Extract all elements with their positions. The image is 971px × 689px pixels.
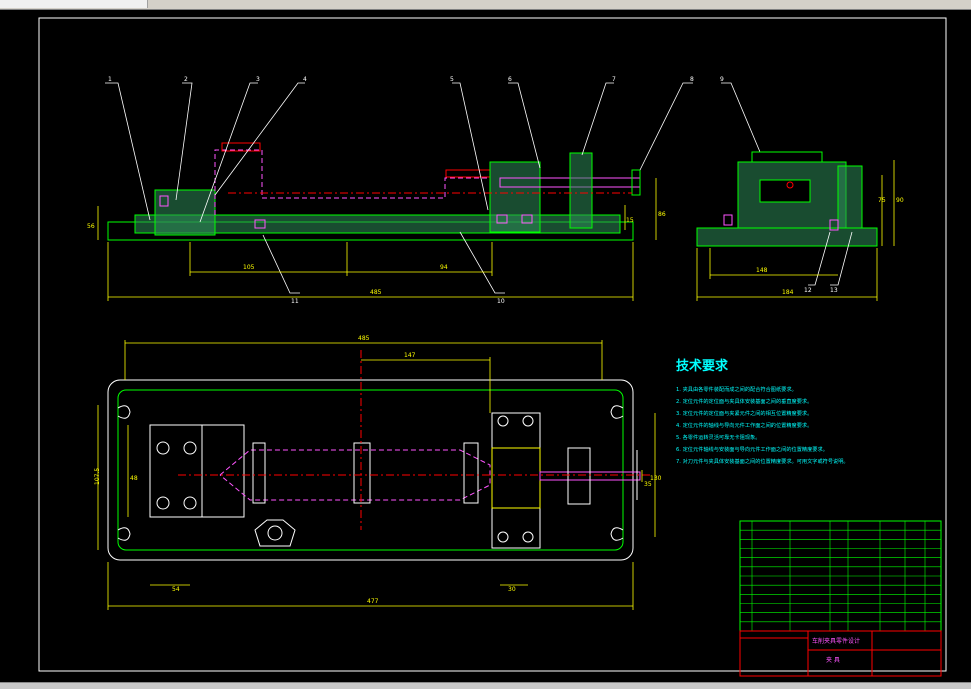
dim-485-front: 485 bbox=[370, 289, 382, 296]
dim-15: 15 bbox=[626, 217, 634, 224]
tech-items: 1. 夹具由各零件装配而成之间的配合符合图纸要求。 2. 定位元件的定位面与夹具… bbox=[676, 385, 849, 465]
callout-1: 1 bbox=[108, 76, 112, 83]
callout-9: 9 bbox=[720, 76, 724, 83]
dim-54: 54 bbox=[172, 586, 180, 593]
dim-48: 48 bbox=[130, 475, 138, 482]
sheet-border bbox=[38, 17, 947, 672]
leader-9 bbox=[721, 82, 761, 153]
dim-107-5: 107.5 bbox=[94, 468, 101, 485]
top-knob bbox=[567, 447, 591, 505]
dim-148: 148 bbox=[756, 267, 768, 274]
slot-br bbox=[610, 527, 624, 541]
title-main: 车削夹具零件设计 bbox=[812, 637, 860, 645]
title-sub: 夹 具 bbox=[826, 656, 840, 664]
title-block: 车削夹具零件设计 夹 具 bbox=[739, 520, 942, 677]
leader-4 bbox=[214, 82, 305, 196]
dim-184: 184 bbox=[782, 289, 794, 296]
drawing-canvas[interactable]: 1 2 3 4 5 6 7 8 9 11 10 105 94 485 56 86… bbox=[0, 10, 971, 682]
top-nut bbox=[254, 519, 296, 547]
dim-485-top: 485 bbox=[358, 335, 370, 342]
leader-8 bbox=[639, 82, 693, 171]
callout-12: 12 bbox=[804, 287, 812, 294]
side-view: 12 13 148 184 75 90 bbox=[696, 151, 904, 301]
callout-2: 2 bbox=[184, 76, 188, 83]
tech-item-5: 5. 各零件运转灵活可靠无卡阻现象。 bbox=[676, 433, 760, 441]
dim-105: 105 bbox=[243, 264, 255, 271]
slot-tr bbox=[610, 405, 624, 419]
body-outline bbox=[214, 149, 491, 222]
r-hole-4 bbox=[522, 531, 534, 543]
slot-bl bbox=[117, 527, 131, 541]
top-right-block bbox=[491, 412, 541, 549]
dim-56: 56 bbox=[87, 223, 95, 230]
leader-1 bbox=[105, 82, 151, 221]
side-base bbox=[696, 227, 878, 247]
dim-86: 86 bbox=[658, 211, 666, 218]
top-dim-text: 485 147 107.5 48 54 477 130 30 35 bbox=[94, 335, 662, 605]
front-callouts bbox=[105, 82, 761, 294]
callout-11: 11 bbox=[291, 298, 299, 305]
side-cap bbox=[751, 151, 823, 162]
tech-item-4: 4. 定位元件的轴线与导向元件工作面之间的位置精度要求。 bbox=[676, 421, 812, 429]
top-clamp-2 bbox=[353, 442, 371, 504]
top-left-block2 bbox=[201, 424, 245, 518]
tech-item-1: 1. 夹具由各零件装配而成之间的配合符合图纸要求。 bbox=[676, 385, 797, 393]
r-hole-1 bbox=[497, 415, 509, 427]
callout-13: 13 bbox=[830, 287, 838, 294]
hole-b bbox=[183, 441, 197, 455]
leader-5 bbox=[452, 82, 489, 211]
top-right-yellow bbox=[491, 447, 541, 509]
left-block bbox=[154, 189, 216, 236]
callout-5: 5 bbox=[450, 76, 454, 83]
front-view: 1 2 3 4 5 6 7 8 9 11 10 105 94 485 56 86… bbox=[87, 76, 761, 305]
top-left-block bbox=[149, 424, 203, 518]
side-slot bbox=[759, 179, 811, 203]
hole-d bbox=[183, 496, 197, 510]
side-callouts: 12 13 bbox=[804, 287, 838, 294]
cad-viewer: 1 2 3 4 5 6 7 8 9 11 10 105 94 485 56 86… bbox=[0, 0, 971, 689]
top-clamp-1 bbox=[252, 442, 266, 504]
hand-wheel bbox=[631, 169, 641, 196]
dim-94: 94 bbox=[440, 264, 448, 271]
dim-147: 147 bbox=[404, 352, 416, 359]
parts-list-grid bbox=[740, 521, 941, 631]
top-nut-hole bbox=[267, 525, 283, 541]
drawing-svg: 1 2 3 4 5 6 7 8 9 11 10 105 94 485 56 86… bbox=[38, 17, 947, 677]
dim-35: 35 bbox=[644, 481, 652, 488]
top-view: 485 147 107.5 48 54 477 130 30 35 bbox=[94, 335, 662, 610]
leader-2 bbox=[175, 82, 193, 201]
dim-477: 477 bbox=[367, 598, 379, 605]
slot-tl bbox=[117, 405, 131, 419]
callout-7: 7 bbox=[612, 76, 616, 83]
leader-10 bbox=[459, 231, 505, 294]
dim-30: 30 bbox=[508, 586, 516, 593]
callout-8: 8 bbox=[690, 76, 694, 83]
tab-strip[interactable] bbox=[0, 0, 148, 8]
dim-75: 75 bbox=[878, 197, 886, 204]
tech-title: 技术要求 bbox=[676, 358, 729, 374]
dim-130: 130 bbox=[650, 475, 662, 482]
hole-a bbox=[156, 441, 170, 455]
right-post bbox=[569, 152, 593, 229]
window-top-strip bbox=[0, 0, 971, 10]
r-hole-2 bbox=[522, 415, 534, 427]
tech-item-2: 2. 定位元件的定位面与夹具体安装基面之间的垂直度要求。 bbox=[676, 397, 812, 405]
side-post bbox=[837, 165, 863, 229]
callout-4: 4 bbox=[303, 76, 307, 83]
tech-item-6: 6. 定位元件轴线与安装面与导向元件工作面之间的位置精度要求。 bbox=[676, 445, 828, 453]
callout-10: 10 bbox=[497, 298, 505, 305]
callout-3: 3 bbox=[256, 76, 260, 83]
leader-6 bbox=[508, 82, 541, 169]
side-bolt-left bbox=[723, 214, 733, 226]
spring-top-right bbox=[445, 169, 491, 178]
r-hole-3 bbox=[497, 531, 509, 543]
tech-item-3: 3. 定位元件的定位面与夹紧元件之间的相互位置精度要求。 bbox=[676, 409, 812, 417]
tech-item-7: 7. 对刀元件与夹具体安装基面之间的位置精度要求。可用文字或符号说明。 bbox=[676, 457, 849, 465]
leader-11 bbox=[262, 234, 300, 294]
dim-90: 90 bbox=[896, 197, 904, 204]
leader-7 bbox=[581, 82, 614, 156]
tech-requirements: 技术要求 1. 夹具由各零件装配而成之间的配合符合图纸要求。 2. 定位元件的定… bbox=[676, 358, 849, 465]
callout-6: 6 bbox=[508, 76, 512, 83]
hole-c bbox=[156, 496, 170, 510]
